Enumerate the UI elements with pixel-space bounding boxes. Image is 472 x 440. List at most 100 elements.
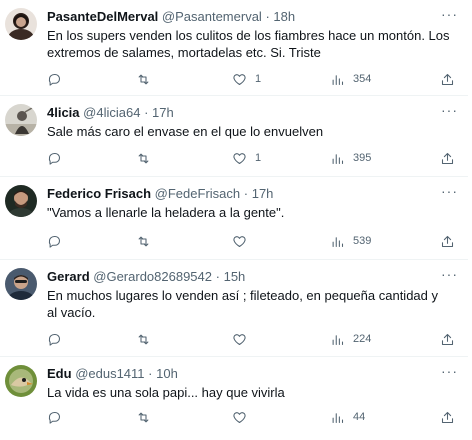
separator: · bbox=[215, 269, 220, 284]
reply-icon bbox=[48, 333, 61, 346]
like-button[interactable]: 1 bbox=[232, 149, 261, 167]
display-name[interactable]: PasanteDelMerval bbox=[47, 9, 158, 24]
views-icon bbox=[332, 334, 344, 345]
like-button[interactable]: 1 bbox=[232, 70, 261, 88]
retweet-icon bbox=[138, 334, 149, 344]
retweet-button[interactable] bbox=[136, 330, 151, 348]
more-icon[interactable]: ··· bbox=[441, 6, 458, 22]
views-count: 44 bbox=[353, 411, 366, 423]
timestamp[interactable]: 17h bbox=[152, 105, 174, 120]
like-button[interactable] bbox=[232, 330, 255, 348]
display-name[interactable]: 4licia bbox=[47, 105, 80, 120]
action-bar: 44 bbox=[47, 408, 458, 426]
views-button[interactable]: 44 bbox=[330, 408, 365, 426]
share-button[interactable] bbox=[440, 330, 455, 348]
tweet-header: Federico Frisach @FedeFrisach · 17h bbox=[47, 186, 460, 202]
avatar[interactable] bbox=[5, 8, 37, 40]
reply-button[interactable] bbox=[47, 330, 62, 348]
share-icon bbox=[441, 333, 454, 345]
handle[interactable]: @FedeFrisach bbox=[155, 186, 240, 201]
views-button[interactable]: 354 bbox=[330, 70, 371, 88]
tweet-text: La vida es una sola papi... hay que vivi… bbox=[47, 385, 285, 400]
avatar[interactable] bbox=[5, 104, 37, 136]
more-icon[interactable]: ··· bbox=[441, 363, 458, 379]
reply-icon bbox=[48, 73, 61, 86]
tweet-text: En los supers venden los culitos de los … bbox=[47, 28, 450, 60]
tweet[interactable]: Edu @edus1411 · 10h ··· La vida es una s… bbox=[0, 357, 468, 440]
more-icon[interactable]: ··· bbox=[441, 266, 458, 282]
retweet-icon bbox=[138, 236, 149, 246]
views-button[interactable]: 224 bbox=[330, 330, 371, 348]
reply-feed: PasanteDelMerval @Pasantemerval · 18h ··… bbox=[0, 0, 472, 440]
handle[interactable]: @edus1411 bbox=[75, 366, 144, 381]
share-button[interactable] bbox=[440, 70, 455, 88]
views-icon bbox=[332, 412, 344, 423]
retweet-button[interactable] bbox=[136, 232, 151, 250]
tweet[interactable]: Federico Frisach @FedeFrisach · 17h ··· … bbox=[0, 177, 468, 260]
action-bar: 1 395 bbox=[47, 149, 458, 167]
like-button[interactable] bbox=[232, 232, 255, 250]
retweet-icon bbox=[138, 412, 149, 422]
views-button[interactable]: 539 bbox=[330, 232, 371, 250]
views-count: 395 bbox=[353, 152, 372, 164]
reply-button[interactable] bbox=[47, 232, 62, 250]
separator: · bbox=[265, 9, 270, 24]
action-bar: 539 bbox=[47, 232, 458, 250]
views-icon bbox=[332, 74, 344, 85]
views-icon bbox=[332, 153, 344, 164]
retweet-icon bbox=[138, 74, 149, 84]
like-icon bbox=[233, 333, 246, 345]
tweet-text: "Vamos a llenarle la heladera a la gente… bbox=[47, 205, 285, 220]
handle[interactable]: @Gerardo82689542 bbox=[93, 269, 212, 284]
reply-icon bbox=[48, 411, 61, 424]
views-count: 224 bbox=[353, 333, 372, 345]
display-name[interactable]: Gerard bbox=[47, 269, 90, 284]
timestamp[interactable]: 15h bbox=[224, 269, 246, 284]
display-name[interactable]: Federico Frisach bbox=[47, 186, 151, 201]
timestamp[interactable]: 17h bbox=[252, 186, 274, 201]
reply-button[interactable] bbox=[47, 408, 62, 426]
retweet-button[interactable] bbox=[136, 70, 151, 88]
share-icon bbox=[441, 235, 454, 247]
tweet-header: Gerard @Gerardo82689542 · 15h bbox=[47, 269, 460, 285]
tweet-text: En muchos lugares lo venden así ; filete… bbox=[47, 288, 438, 320]
reply-button[interactable] bbox=[47, 149, 62, 167]
like-button[interactable] bbox=[232, 408, 255, 426]
handle[interactable]: @Pasantemerval bbox=[162, 9, 262, 24]
timestamp[interactable]: 10h bbox=[156, 366, 178, 381]
share-button[interactable] bbox=[440, 408, 455, 426]
like-icon bbox=[233, 73, 246, 85]
retweet-button[interactable] bbox=[136, 149, 151, 167]
views-icon bbox=[332, 236, 344, 247]
tweet[interactable]: PasanteDelMerval @Pasantemerval · 18h ··… bbox=[0, 0, 468, 96]
action-bar: 224 bbox=[47, 330, 458, 348]
avatar[interactable] bbox=[5, 185, 37, 217]
avatar[interactable] bbox=[5, 365, 37, 397]
timestamp[interactable]: 18h bbox=[273, 9, 295, 24]
handle[interactable]: @4licia64 bbox=[83, 105, 140, 120]
display-name[interactable]: Edu bbox=[47, 366, 72, 381]
more-icon[interactable]: ··· bbox=[441, 183, 458, 199]
separator: · bbox=[243, 186, 249, 201]
like-icon bbox=[233, 411, 246, 423]
tweet[interactable]: Gerard @Gerardo82689542 · 15h ··· En muc… bbox=[0, 260, 468, 357]
tweet[interactable]: 4licia @4licia64 · 17h ··· Sale más caro… bbox=[0, 96, 468, 177]
retweet-icon bbox=[138, 153, 149, 163]
more-icon[interactable]: ··· bbox=[441, 102, 458, 118]
avatar[interactable] bbox=[5, 268, 37, 300]
like-count: 1 bbox=[255, 152, 262, 164]
share-button[interactable] bbox=[440, 232, 455, 250]
share-icon bbox=[441, 411, 454, 423]
retweet-button[interactable] bbox=[136, 408, 151, 426]
views-button[interactable]: 395 bbox=[330, 149, 371, 167]
tweet-text: Sale más caro el envase en el que lo env… bbox=[47, 124, 324, 139]
tweet-header: 4licia @4licia64 · 17h bbox=[47, 105, 460, 121]
separator: · bbox=[144, 105, 149, 120]
share-button[interactable] bbox=[440, 149, 455, 167]
tweet-header: PasanteDelMerval @Pasantemerval · 18h bbox=[47, 9, 460, 25]
reply-button[interactable] bbox=[47, 70, 62, 88]
like-icon bbox=[233, 152, 246, 164]
views-count: 354 bbox=[353, 73, 372, 85]
like-icon bbox=[233, 235, 246, 247]
action-bar: 1 354 bbox=[47, 70, 458, 88]
